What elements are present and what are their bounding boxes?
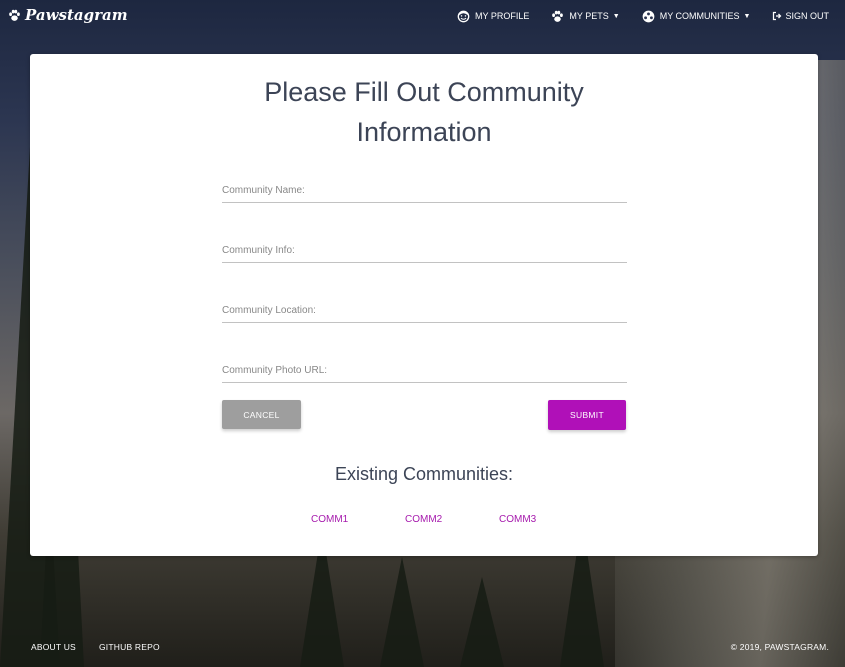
nav-label: MY PETS: [569, 11, 609, 21]
community-form-card: Please Fill Out Community Information CA…: [30, 54, 818, 556]
form-title-line1: Please Fill Out Community: [264, 77, 584, 107]
caret-down-icon: ▼: [743, 12, 751, 20]
form-title: Please Fill Out Community Information: [30, 72, 818, 152]
community-info-field: [222, 238, 627, 263]
brand-name: Pawstagram: [25, 6, 128, 24]
community-link-comm1[interactable]: COMM1: [311, 514, 348, 525]
nav-my-pets[interactable]: MY PETS ▼: [551, 10, 620, 23]
nav-label: MY COMMUNITIES: [659, 11, 740, 21]
community-photo-url-field: [222, 358, 627, 383]
community-photo-url-input[interactable]: [222, 358, 627, 382]
form-title-line2: Information: [356, 117, 492, 147]
cancel-button[interactable]: CANCEL: [222, 400, 301, 429]
nav-sign-out[interactable]: SIGN OUT: [772, 11, 829, 21]
community-link-comm2[interactable]: COMM2: [405, 514, 442, 525]
nav-label: MY PROFILE: [475, 11, 530, 21]
nav-links: MY PROFILE MY PETS ▼ MY COMMUNITIES ▼ SI…: [435, 0, 829, 32]
footer-copyright: © 2019, PAWSTAGRAM.: [730, 642, 829, 652]
nav-label: SIGN OUT: [785, 11, 829, 21]
community-location-input[interactable]: [222, 298, 627, 322]
submit-button[interactable]: SUBMIT: [548, 400, 626, 430]
background-tree: [460, 577, 504, 667]
brand-logo[interactable]: Pawstagram: [8, 6, 128, 24]
top-navbar: Pawstagram MY PROFILE MY PETS ▼ MY COMMU…: [0, 0, 845, 32]
community-icon: [642, 10, 655, 22]
footer-about-us-link[interactable]: ABOUT US: [31, 642, 76, 652]
community-info-input[interactable]: [222, 238, 627, 262]
face-icon: [457, 10, 470, 22]
nav-my-communities[interactable]: MY COMMUNITIES ▼: [642, 10, 751, 23]
community-location-field: [222, 298, 627, 323]
community-name-input[interactable]: [222, 178, 627, 202]
caret-down-icon: ▼: [612, 12, 620, 20]
sign-out-icon: [773, 11, 782, 21]
footer-github-repo-link[interactable]: GITHUB REPO: [99, 642, 160, 652]
paw-icon: [552, 10, 564, 22]
background-tree: [380, 557, 424, 667]
community-name-field: [222, 178, 627, 203]
existing-communities-heading: Existing Communities:: [334, 464, 514, 484]
paw-icon: [9, 9, 20, 21]
community-link-comm3[interactable]: COMM3: [499, 514, 536, 525]
nav-my-profile[interactable]: MY PROFILE: [457, 10, 529, 23]
